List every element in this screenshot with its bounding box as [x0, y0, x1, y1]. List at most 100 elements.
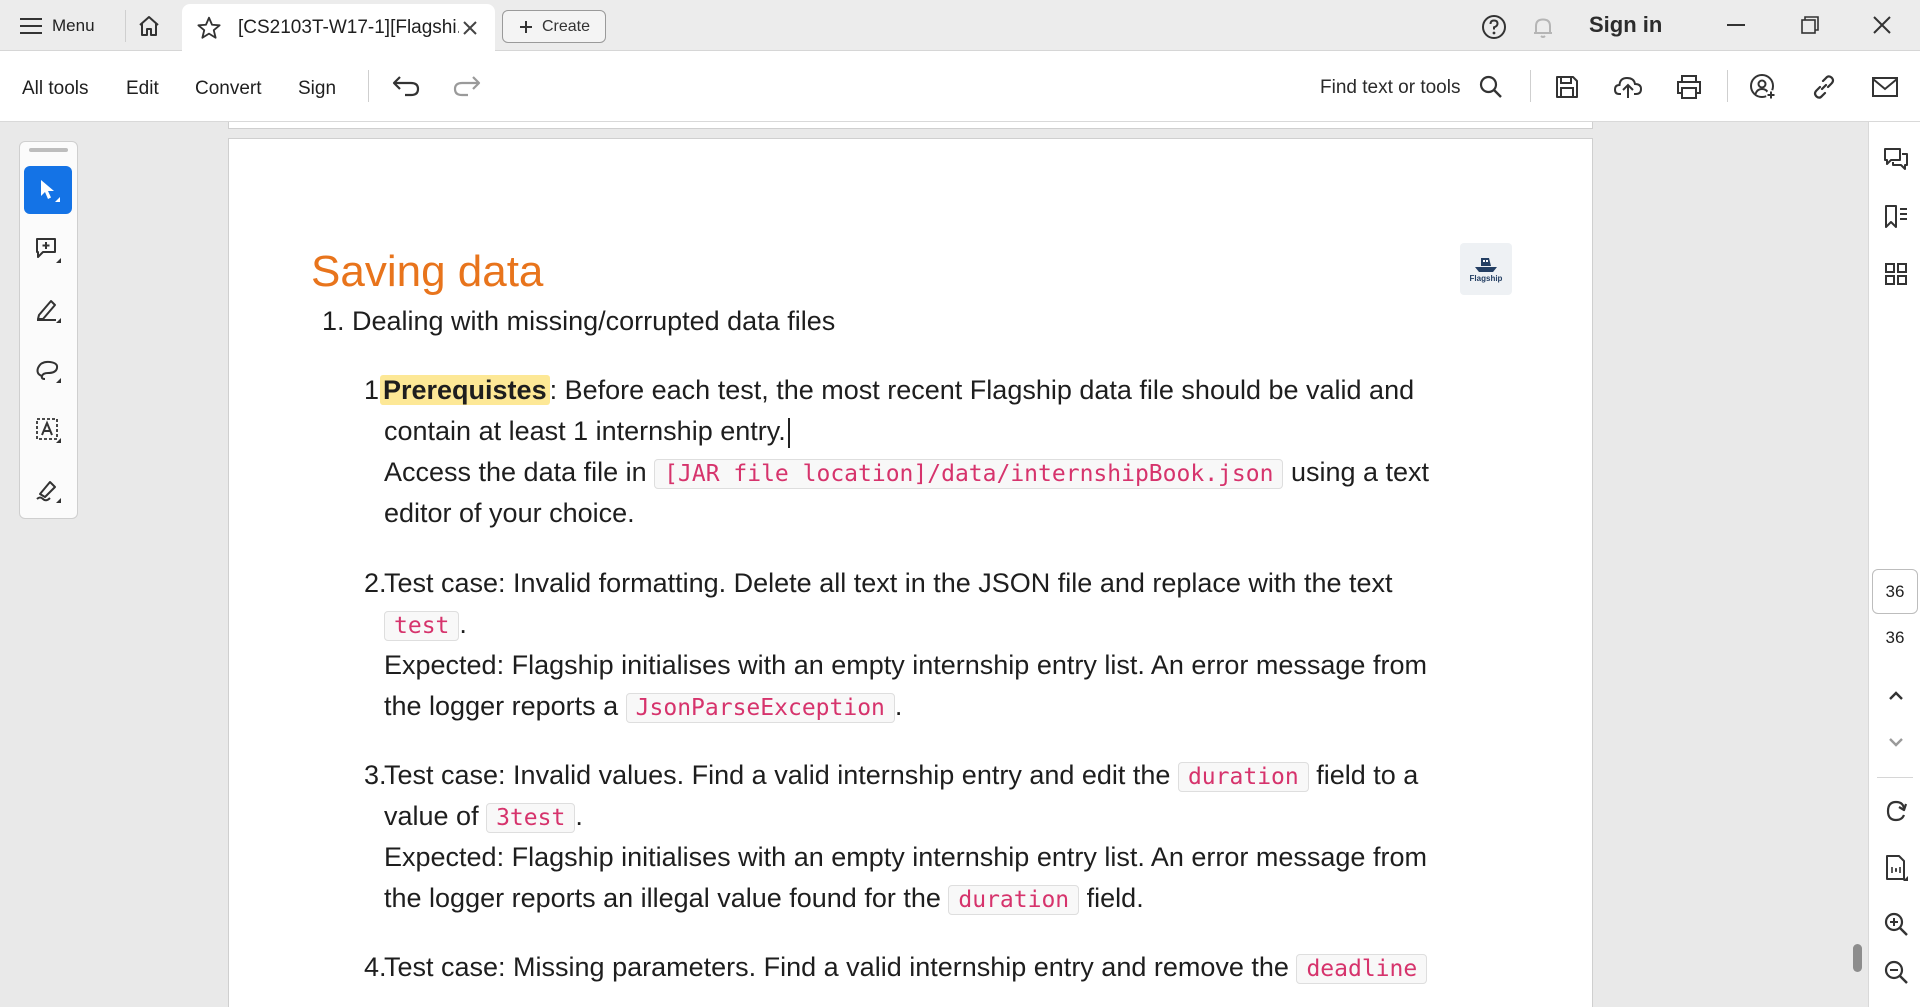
- thumbnails-panel-button[interactable]: [1882, 260, 1910, 288]
- text-span: the logger reports an illegal value foun…: [384, 883, 949, 913]
- list-item-line: editor of your choice.: [384, 498, 635, 528]
- bell-icon: [1534, 18, 1552, 38]
- star-icon[interactable]: [196, 15, 222, 41]
- convert-menu[interactable]: Convert: [195, 78, 262, 100]
- grid-icon: [1885, 263, 1907, 285]
- select-tool[interactable]: [24, 166, 72, 214]
- document-tab[interactable]: [CS2103T-W17-1][Flagshi...: [182, 4, 495, 51]
- zoom-in-button[interactable]: [1882, 910, 1910, 938]
- right-sidebar: 36 36: [1868, 122, 1920, 1007]
- home-icon: [139, 16, 159, 36]
- text-span: field to a: [1308, 760, 1419, 790]
- email-button[interactable]: [1868, 70, 1902, 104]
- add-user-icon: [1750, 74, 1776, 100]
- code-snippet: [JAR file location]/data/internshipBook.…: [654, 459, 1284, 489]
- list-item-line: the logger reports a JsonParseException.: [384, 686, 902, 729]
- next-page-button[interactable]: [1882, 728, 1910, 756]
- comments-panel-button[interactable]: [1882, 146, 1910, 174]
- section-heading: Dealing with missing/corrupted data file…: [352, 306, 836, 336]
- divider: [1877, 777, 1913, 778]
- edit-menu[interactable]: Edit: [126, 78, 159, 100]
- text-span: contain at least 1 internship entry.: [384, 416, 786, 446]
- list-item-line: Access the data file in [JAR file locati…: [384, 452, 1429, 495]
- redo-button[interactable]: [450, 70, 484, 104]
- list-item-line: Prerequistes: Before each test, the most…: [380, 370, 1414, 411]
- help-button[interactable]: [1481, 14, 1507, 45]
- sign-tool[interactable]: [24, 466, 72, 514]
- comment-tool[interactable]: [24, 226, 72, 274]
- text-span: Test case: Invalid values. Find a valid …: [384, 760, 1178, 790]
- cloud-upload-icon: [1613, 76, 1643, 98]
- comments-icon: [1884, 148, 1908, 170]
- divider: [125, 10, 126, 42]
- mail-icon: [1872, 77, 1898, 97]
- text-span: : Before each test, the most recent Flag…: [549, 375, 1415, 405]
- text-span: Test case: Missing parameters. Find a va…: [384, 952, 1297, 982]
- rotate-button[interactable]: [1882, 797, 1910, 825]
- list-item-line: Test case: Missing parameters. Find a va…: [384, 947, 1428, 990]
- zoom-out-button[interactable]: [1882, 958, 1910, 986]
- scroll-thumb[interactable]: [1853, 944, 1862, 972]
- total-pages: 36: [1885, 628, 1905, 647]
- close-icon: [1873, 16, 1891, 34]
- close-window-button[interactable]: [1871, 14, 1893, 41]
- copy-link-button[interactable]: [1807, 70, 1841, 104]
- code-snippet: test: [384, 611, 460, 641]
- previous-page: [228, 122, 1593, 129]
- previous-page-button[interactable]: [1882, 682, 1910, 710]
- list-item-line: Expected: Flagship initialises with an e…: [384, 650, 1427, 680]
- print-button[interactable]: [1672, 70, 1706, 104]
- section-number: 1.: [322, 306, 345, 336]
- refresh-icon: [1886, 800, 1908, 822]
- document-viewer[interactable]: Saving data Flagship 1. Dealing with mis…: [100, 122, 1848, 1007]
- flagship-logo: Flagship: [1460, 243, 1512, 295]
- highlight-tool[interactable]: [24, 286, 72, 334]
- current-page-input[interactable]: 36: [1872, 569, 1918, 614]
- bookmark-icon: [1885, 205, 1907, 228]
- sign-in-button[interactable]: Sign in: [1589, 12, 1662, 38]
- all-tools-menu[interactable]: All tools: [22, 78, 89, 100]
- minimize-button[interactable]: [1725, 14, 1747, 41]
- list-item-line: Test case: Invalid formatting. Delete al…: [384, 568, 1393, 598]
- restore-button[interactable]: [1799, 14, 1821, 41]
- search-button[interactable]: [1474, 70, 1508, 104]
- lasso-icon: [36, 360, 61, 383]
- find-text-button[interactable]: Find text or tools: [1320, 77, 1460, 99]
- divider: [1530, 70, 1531, 102]
- text-span: .: [459, 609, 467, 639]
- create-button[interactable]: Create: [502, 10, 606, 43]
- pdf-page[interactable]: Saving data Flagship 1. Dealing with mis…: [228, 138, 1593, 1007]
- text-cursor: [787, 417, 790, 448]
- share-user-button[interactable]: [1746, 70, 1780, 104]
- signature-pen-icon: [36, 481, 61, 503]
- home-button[interactable]: [136, 13, 162, 39]
- close-tab-icon[interactable]: [459, 17, 481, 39]
- drag-handle[interactable]: [29, 148, 68, 152]
- fit-page-button[interactable]: [1882, 854, 1910, 882]
- minimize-icon: [1727, 24, 1745, 26]
- ship-icon: [1475, 258, 1497, 272]
- text-tool[interactable]: [24, 406, 72, 454]
- draw-tool[interactable]: [24, 346, 72, 394]
- upload-button[interactable]: [1611, 70, 1645, 104]
- text-span: value of: [384, 801, 487, 831]
- undo-button[interactable]: [389, 70, 423, 104]
- code-snippet: duration: [948, 885, 1080, 915]
- text-span: .: [894, 691, 903, 721]
- plus-icon: [519, 20, 532, 33]
- sign-menu[interactable]: Sign: [298, 78, 336, 100]
- add-comment-icon: [36, 238, 61, 263]
- code-snippet: 3test: [486, 803, 576, 833]
- print-icon: [1677, 75, 1701, 99]
- text-span: .: [575, 801, 583, 831]
- list-item-line: contain at least 1 internship entry.: [384, 411, 790, 452]
- vertical-scrollbar[interactable]: [1848, 122, 1868, 1007]
- pen-icon: [37, 300, 61, 323]
- undo-icon: [392, 76, 420, 97]
- quick-tools-panel: [19, 141, 78, 519]
- code-snippet: JsonParseException: [625, 693, 895, 723]
- menu-button[interactable]: Menu: [20, 0, 95, 51]
- bookmarks-panel-button[interactable]: [1882, 203, 1910, 231]
- save-button[interactable]: [1550, 70, 1584, 104]
- notifications-button[interactable]: [1530, 14, 1556, 45]
